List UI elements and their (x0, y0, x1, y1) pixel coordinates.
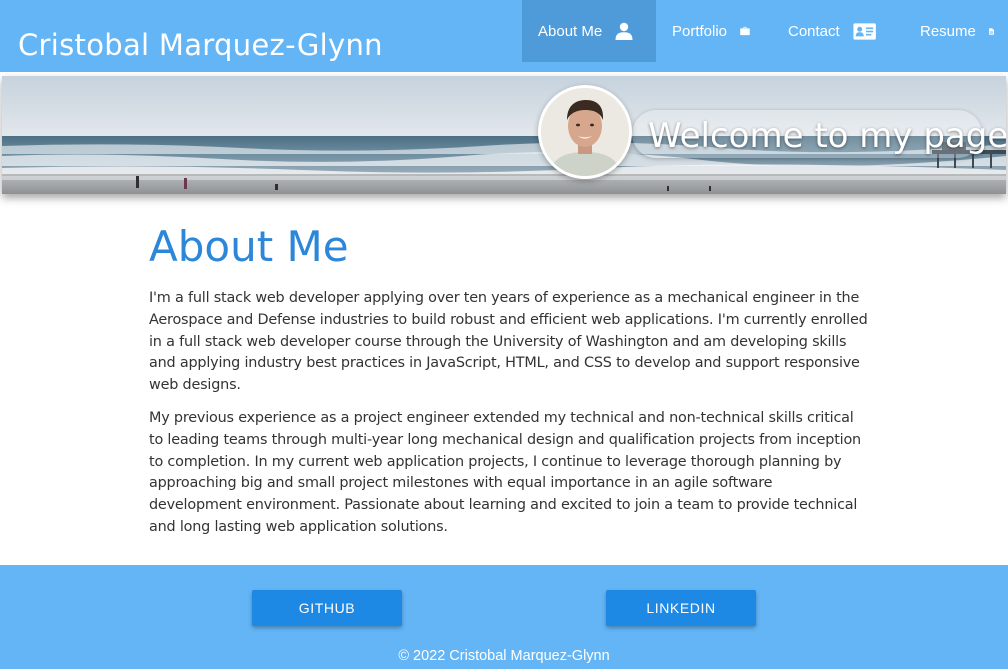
hero-banner: Welcome to my page! (2, 76, 1006, 194)
nav-label-resume: Resume (920, 22, 976, 40)
welcome-text: Welcome to my page! (648, 116, 1006, 156)
nav-about-me[interactable]: About Me (522, 0, 656, 62)
nav-label-contact: Contact (788, 22, 840, 40)
about-section: About Me I'm a full stack web developer … (149, 222, 869, 550)
nav-resume[interactable]: Resume (890, 0, 1008, 62)
site-title: Cristobal Marquez-Glynn (18, 28, 383, 62)
profile-avatar (538, 85, 632, 179)
about-paragraph: My previous experience as a project engi… (149, 409, 861, 535)
briefcase-icon (740, 26, 750, 36)
nav-label-portfolio: Portfolio (672, 22, 728, 40)
about-paragraph: I'm a full stack web developer applying … (149, 290, 868, 394)
site-header: Cristobal Marquez-Glynn About Me Portfol… (0, 0, 1008, 72)
document-icon (989, 27, 994, 35)
nav-contact[interactable]: Contact (764, 0, 890, 62)
copyright-text: © 2022 Cristobal Marquez-Glynn (398, 648, 610, 664)
main-nav: About Me Portfolio Contact Resume (522, 0, 1008, 62)
person-icon (615, 22, 633, 40)
page-title: About Me (149, 222, 349, 271)
nav-portfolio[interactable]: Portfolio (656, 0, 764, 62)
contact-card-icon (853, 22, 876, 40)
nav-label-about-me: About Me (538, 22, 603, 40)
linkedin-button[interactable]: LINKEDIN (606, 590, 756, 626)
site-footer: GITHUB LINKEDIN © 2022 Cristobal Marquez… (0, 565, 1008, 669)
profile-photo-icon (541, 88, 629, 176)
github-button[interactable]: GITHUB (252, 590, 402, 626)
